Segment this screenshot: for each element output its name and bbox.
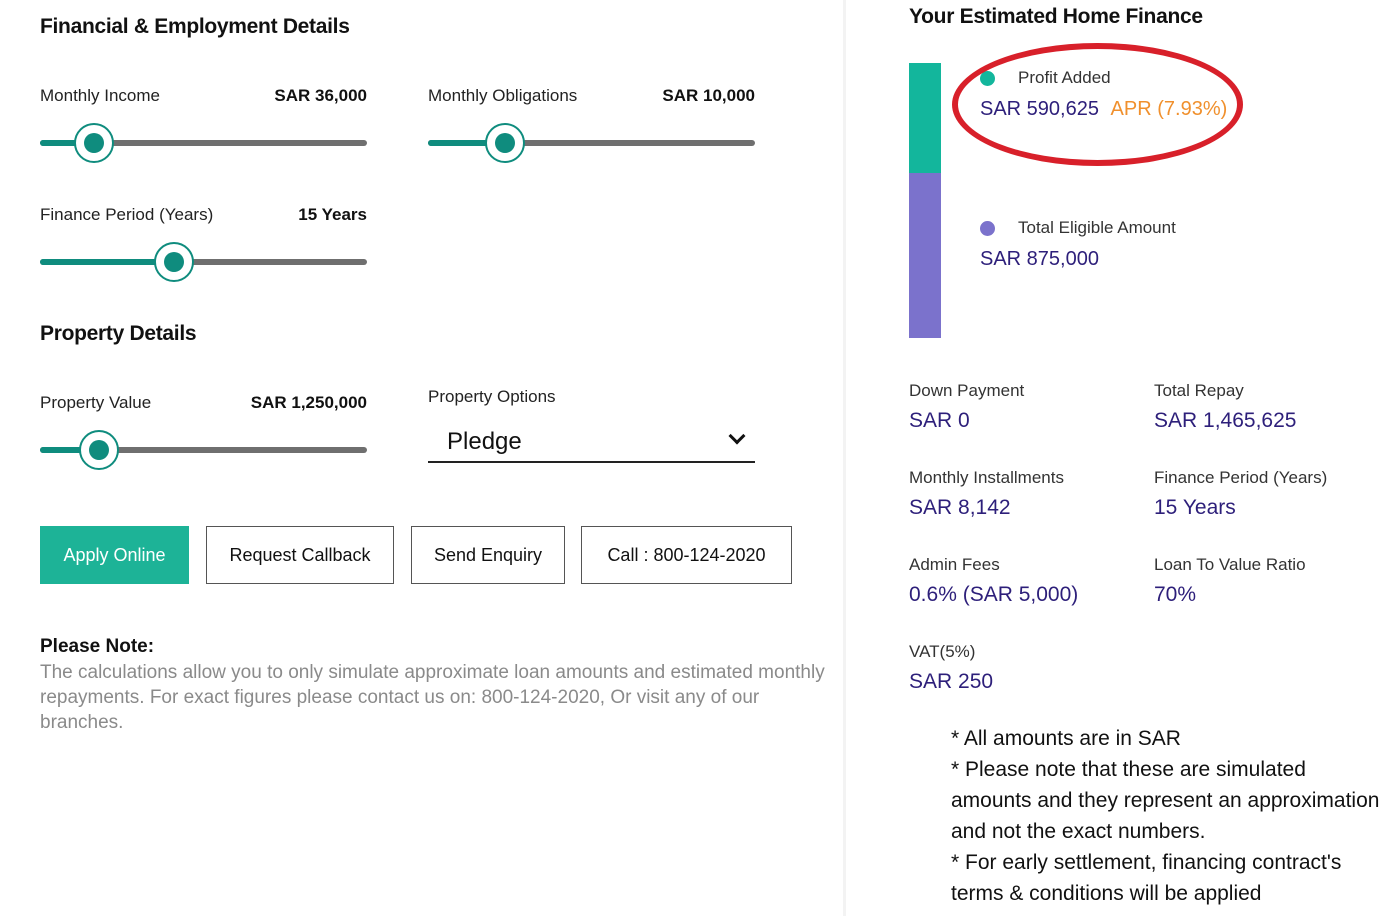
total-eligible-value: SAR 875,000 bbox=[980, 248, 1099, 270]
property-value-slider[interactable] bbox=[40, 430, 367, 470]
monthly-income-label: Monthly Income bbox=[40, 86, 160, 105]
monthly-installments-label: Monthly Installments bbox=[909, 468, 1064, 487]
monthly-income-slider-block: Monthly Income SAR 36,000 bbox=[40, 86, 367, 163]
profit-added-bar bbox=[909, 63, 941, 173]
disclaimer-item: * For early settlement, financing contra… bbox=[951, 851, 1342, 905]
note-title: Please Note: bbox=[40, 636, 155, 657]
down-payment-value: SAR 0 bbox=[909, 409, 970, 432]
admin-fees-value: 0.6% (SAR 5,000) bbox=[909, 583, 1079, 606]
highlight-annotation-circle bbox=[952, 43, 1243, 166]
total-eligible-dot-icon bbox=[980, 221, 995, 236]
monthly-obligations-label: Monthly Obligations bbox=[428, 86, 578, 105]
total-eligible-label: Total Eligible Amount bbox=[1018, 218, 1176, 237]
disclaimer-item: * Please note that these are simulated a… bbox=[951, 758, 1380, 843]
request-callback-button[interactable]: Request Callback bbox=[206, 526, 394, 584]
chevron-down-icon bbox=[728, 427, 746, 445]
estimate-panel: Your Estimated Home Finance Profit Added… bbox=[843, 0, 1397, 916]
apply-online-button[interactable]: Apply Online bbox=[40, 526, 189, 584]
finance-period-slider[interactable] bbox=[40, 242, 367, 282]
vat-label: VAT(5%) bbox=[909, 642, 976, 661]
finance-period-result-value: 15 Years bbox=[1154, 496, 1236, 519]
property-value-slider-block: Property Value SAR 1,250,000 bbox=[40, 393, 367, 470]
send-enquiry-button[interactable]: Send Enquiry bbox=[411, 526, 565, 584]
monthly-obligations-value: SAR 10,000 bbox=[662, 86, 755, 105]
finance-period-slider-thumb[interactable] bbox=[154, 242, 195, 282]
monthly-obligations-slider-block: Monthly Obligations SAR 10,000 bbox=[428, 86, 755, 163]
property-options-label: Property Options bbox=[428, 387, 556, 406]
ltv-value: 70% bbox=[1154, 583, 1197, 606]
property-section-title: Property Details bbox=[40, 322, 197, 345]
ltv-label: Loan To Value Ratio bbox=[1154, 555, 1306, 574]
finance-period-value: 15 Years bbox=[298, 205, 367, 224]
finance-period-label: Finance Period (Years) bbox=[40, 205, 214, 224]
finance-period-slider-block: Finance Period (Years) 15 Years bbox=[40, 205, 367, 282]
down-payment-label: Down Payment bbox=[909, 381, 1025, 400]
monthly-income-slider-thumb[interactable] bbox=[73, 123, 114, 163]
note-text: The calculations allow you to only simul… bbox=[40, 662, 825, 733]
finance-period-result-label: Finance Period (Years) bbox=[1154, 468, 1328, 487]
admin-fees-label: Admin Fees bbox=[909, 555, 1000, 574]
disclaimer-list: * All amounts are in SAR * Please note t… bbox=[951, 723, 1381, 909]
financial-section-title: Financial & Employment Details bbox=[40, 15, 350, 38]
calculator-form: Financial & Employment Details Monthly I… bbox=[0, 0, 843, 916]
property-value-slider-thumb[interactable] bbox=[78, 430, 119, 470]
monthly-obligations-slider-thumb[interactable] bbox=[484, 123, 525, 163]
total-repay-label: Total Repay bbox=[1154, 381, 1244, 400]
monthly-income-slider[interactable] bbox=[40, 123, 367, 163]
monthly-obligations-slider[interactable] bbox=[428, 123, 755, 163]
monthly-income-value: SAR 36,000 bbox=[274, 86, 367, 105]
total-repay-value: SAR 1,465,625 bbox=[1154, 409, 1297, 432]
vat-value: SAR 250 bbox=[909, 670, 994, 693]
disclaimer-item: * All amounts are in SAR bbox=[951, 727, 1181, 750]
estimate-title: Your Estimated Home Finance bbox=[909, 5, 1203, 28]
monthly-installments-value: SAR 8,142 bbox=[909, 496, 1011, 519]
total-eligible-bar bbox=[909, 173, 941, 338]
property-options-select[interactable]: Pledge bbox=[428, 422, 755, 463]
property-options-selected-value: Pledge bbox=[447, 428, 522, 455]
property-value-label: Property Value bbox=[40, 393, 152, 412]
call-button[interactable]: Call : 800-124-2020 bbox=[581, 526, 792, 584]
property-value-value: SAR 1,250,000 bbox=[250, 393, 367, 412]
